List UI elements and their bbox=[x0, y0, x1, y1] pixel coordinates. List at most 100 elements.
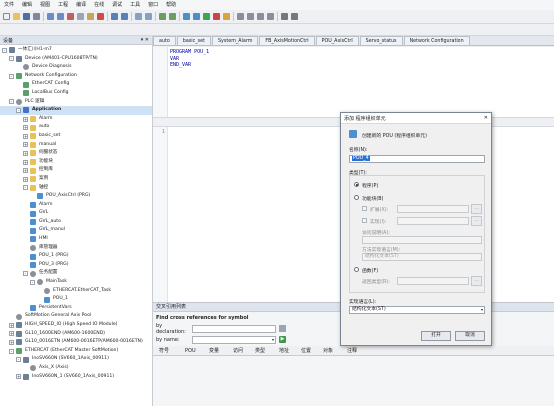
expand-icon[interactable]: + bbox=[23, 168, 28, 174]
collapse-icon[interactable]: - bbox=[23, 271, 28, 277]
type-fb-radio[interactable] bbox=[354, 195, 359, 200]
tree-item[interactable]: + GL10_1600END (AM600-1600END) bbox=[0, 330, 152, 339]
type-function-label[interactable]: 函数(F) bbox=[362, 267, 378, 274]
xref-column-header[interactable]: POU bbox=[179, 348, 203, 354]
redo-icon[interactable] bbox=[57, 13, 64, 20]
editor-tab[interactable]: auto bbox=[153, 36, 176, 45]
tree-item[interactable]: POU_1 (PRG) bbox=[0, 252, 152, 261]
panel-controls-icon[interactable]: ▾ ✕ bbox=[141, 37, 149, 43]
by-declaration-input[interactable] bbox=[192, 324, 276, 333]
menu-online[interactable]: 在线 bbox=[94, 0, 104, 10]
cancel-button[interactable]: 取消 bbox=[455, 331, 485, 341]
logout-icon[interactable] bbox=[193, 13, 200, 20]
step-over-icon[interactable] bbox=[247, 13, 254, 20]
tree-item[interactable]: - 轴控 bbox=[0, 184, 152, 193]
tree-item[interactable]: SoftMotion General Axis Pool bbox=[0, 312, 152, 321]
tree-item[interactable]: HMI bbox=[0, 235, 152, 244]
expand-icon[interactable]: + bbox=[16, 374, 21, 380]
impl-lang-select[interactable]: 结构化文本(ST) ▾ bbox=[349, 306, 485, 314]
tree-item[interactable]: - 一体汇川H1-m7 bbox=[0, 46, 152, 55]
open-button[interactable]: 打开 bbox=[421, 331, 451, 341]
run-icon[interactable] bbox=[203, 13, 210, 20]
return-type-browse-button[interactable]: ... bbox=[471, 276, 482, 286]
menu-file[interactable]: 文件 bbox=[4, 0, 14, 10]
delete-icon[interactable] bbox=[97, 13, 104, 20]
editor-tab[interactable]: FB_AxisMotionCtrl bbox=[259, 36, 315, 45]
rebuild-icon[interactable] bbox=[169, 13, 176, 20]
xref-column-header[interactable]: 注释 bbox=[341, 347, 367, 354]
collapse-icon[interactable]: - bbox=[16, 107, 21, 113]
expand-icon[interactable]: + bbox=[23, 176, 28, 182]
tree-item[interactable]: - Network Configuration bbox=[0, 72, 152, 81]
menu-help[interactable]: 帮助 bbox=[166, 0, 176, 10]
tree-item[interactable]: + 伺服状态 bbox=[0, 149, 152, 158]
tree-item[interactable]: EtherCAT Config bbox=[0, 80, 152, 89]
declaration-editor[interactable]: PROGRAM POU_1 VAR END_VAR bbox=[168, 47, 554, 117]
tree-item[interactable]: Device Diagnosis bbox=[0, 63, 152, 72]
menu-debug[interactable]: 调试 bbox=[112, 0, 122, 10]
step-into-icon[interactable] bbox=[257, 13, 264, 20]
access-select[interactable] bbox=[362, 236, 482, 244]
tree-item[interactable]: + HIGH_SPEED_IO (High Speed IO Module) bbox=[0, 321, 152, 330]
tree-item[interactable]: - PLC 逻辑 bbox=[0, 98, 152, 107]
editor-tab[interactable]: System_Alarm bbox=[211, 36, 259, 45]
name-input[interactable]: POU_4 bbox=[349, 155, 485, 163]
menu-build[interactable]: 编译 bbox=[76, 0, 86, 10]
expand-icon[interactable]: + bbox=[23, 125, 28, 131]
tree-item[interactable]: + manual bbox=[0, 141, 152, 150]
new-file-icon[interactable] bbox=[3, 13, 10, 20]
menu-tools[interactable]: 工具 bbox=[130, 0, 140, 10]
menu-edit[interactable]: 编辑 bbox=[22, 0, 32, 10]
xref-column-header[interactable]: 访问 bbox=[227, 347, 249, 354]
implements-browse-button[interactable]: ... bbox=[471, 216, 482, 226]
xref-column-header[interactable]: 对象 bbox=[317, 347, 341, 354]
tree-item[interactable]: GVL bbox=[0, 209, 152, 218]
type-program-label[interactable]: 程序(P) bbox=[362, 182, 378, 189]
tree-item[interactable]: - MainTask bbox=[0, 278, 152, 287]
tree-item[interactable]: Axis_X (Axis) bbox=[0, 364, 152, 373]
tree-item[interactable]: + basic_set bbox=[0, 132, 152, 141]
tree-item[interactable]: POU_AxisCtrl (PRG) bbox=[0, 192, 152, 201]
tree-item[interactable]: + auto bbox=[0, 123, 152, 132]
xref-column-header[interactable]: 类型 bbox=[249, 347, 273, 354]
collapse-icon[interactable]: - bbox=[2, 47, 7, 53]
tree-item[interactable]: GVL_manul bbox=[0, 226, 152, 235]
collapse-icon[interactable]: - bbox=[9, 99, 14, 105]
tree-item[interactable]: + 案例 bbox=[0, 175, 152, 184]
by-name-combo[interactable]: ▾ bbox=[192, 335, 276, 344]
browse-icon[interactable] bbox=[279, 325, 286, 332]
copy-icon[interactable] bbox=[77, 13, 84, 20]
editor-tab[interactable]: basic_set bbox=[176, 36, 211, 45]
find-icon[interactable] bbox=[111, 13, 118, 20]
tree-item[interactable]: 库管理器 bbox=[0, 244, 152, 253]
collapse-icon[interactable]: - bbox=[9, 56, 14, 62]
menu-view[interactable]: 视图 bbox=[40, 0, 50, 10]
extends-input[interactable] bbox=[397, 205, 469, 213]
collapse-icon[interactable]: - bbox=[23, 185, 28, 191]
editor-tab[interactable]: Servo_status bbox=[359, 36, 403, 45]
xref-column-header[interactable]: 位置 bbox=[295, 347, 317, 354]
undo-icon[interactable] bbox=[47, 13, 54, 20]
extends-browse-button[interactable]: ... bbox=[471, 204, 482, 214]
bookmark-icon[interactable] bbox=[135, 13, 142, 20]
open-folder-icon[interactable] bbox=[13, 13, 20, 20]
expand-icon[interactable]: + bbox=[23, 133, 28, 139]
reset-icon[interactable] bbox=[223, 13, 230, 20]
force-values-icon[interactable] bbox=[281, 13, 288, 20]
type-fb-label[interactable]: 功能块(B) bbox=[362, 195, 383, 202]
bookmark-next-icon[interactable] bbox=[145, 13, 152, 20]
tree-item[interactable]: LocalBus Config bbox=[0, 89, 152, 98]
type-function-radio[interactable] bbox=[354, 267, 359, 272]
return-type-input[interactable] bbox=[397, 277, 469, 285]
expand-icon[interactable]: + bbox=[23, 142, 28, 148]
expand-icon[interactable]: + bbox=[9, 322, 14, 328]
tree-item[interactable]: - Application bbox=[0, 106, 152, 115]
cut-icon[interactable] bbox=[67, 13, 74, 20]
tree-item[interactable]: + 控制库 bbox=[0, 166, 152, 175]
tree-item[interactable]: - ETHERCAT (EtherCAT Master SoftMotion) bbox=[0, 347, 152, 356]
tree-item[interactable]: + GL10_0016ETN (AM600-0016ETP/AM600-0016E… bbox=[0, 338, 152, 347]
tree-item[interactable]: - InoSV660N (SV660_1Axis_00911) bbox=[0, 355, 152, 364]
collapse-icon[interactable]: - bbox=[30, 279, 35, 285]
xref-column-header[interactable]: 变量 bbox=[203, 347, 227, 354]
tree-item[interactable]: ETHERCAT.EtherCAT_Task bbox=[0, 287, 152, 296]
